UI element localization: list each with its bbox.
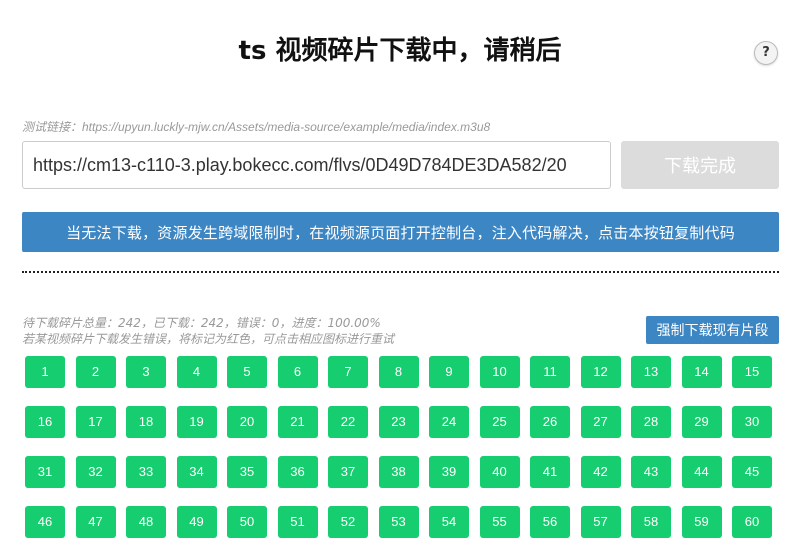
download-complete-button[interactable]: 下载完成 [621,141,779,189]
segment-item[interactable]: 24 [429,406,469,438]
segment-item[interactable]: 28 [631,406,671,438]
url-input[interactable] [22,141,611,189]
force-download-button[interactable]: 强制下载现有片段 [646,316,779,344]
segment-item[interactable]: 27 [580,406,621,438]
segment-item[interactable]: 23 [378,406,419,438]
segment-item[interactable]: 46 [25,506,65,538]
stats-line: 待下载碎片总量：242，已下载：242，错误：0，进度：100.00% [22,316,381,330]
segment-item[interactable]: 42 [580,456,621,488]
segment-item[interactable]: 34 [176,456,217,488]
segment-item[interactable]: 21 [277,406,318,438]
copy-code-button[interactable]: 当无法下载，资源发生跨域限制时，在视频源页面打开控制台，注入代码解决，点击本按钮… [22,212,779,252]
segment-item[interactable]: 20 [227,406,267,438]
segment-item[interactable]: 55 [479,506,520,538]
segment-item[interactable]: 53 [378,506,419,538]
segment-item[interactable]: 45 [732,456,772,488]
divider [22,271,779,273]
segment-item[interactable]: 15 [732,356,772,388]
segment-item[interactable]: 51 [277,506,318,538]
segment-item[interactable]: 29 [681,406,722,438]
segment-item[interactable]: 4 [176,356,217,388]
error-hint: 若某视频碎片下载发生错误，将标记为红色，可点击相应图标进行重试 [22,332,395,346]
segment-item[interactable]: 5 [227,356,267,388]
segment-item[interactable]: 17 [75,406,116,438]
page-title: ts 视频碎片下载中，请稍后 [238,36,562,66]
segment-item[interactable]: 41 [530,456,570,488]
segment-item[interactable]: 18 [126,406,166,438]
segment-item[interactable]: 19 [176,406,217,438]
segment-item[interactable]: 49 [176,506,217,538]
segment-item[interactable]: 10 [479,356,520,388]
segment-item[interactable]: 26 [530,406,570,438]
segment-item[interactable]: 58 [631,506,671,538]
segment-item[interactable]: 32 [75,456,116,488]
segment-item[interactable]: 57 [580,506,621,538]
segment-item[interactable]: 44 [681,456,722,488]
segment-item[interactable]: 3 [126,356,166,388]
page: ts 视频碎片下载中，请稍后 ? 测试链接：https://upyun.luck… [0,0,800,546]
segment-item[interactable]: 8 [378,356,419,388]
segment-item[interactable]: 37 [328,456,368,488]
segment-item[interactable]: 54 [429,506,469,538]
segment-item[interactable]: 30 [732,406,772,438]
segment-item[interactable]: 1 [25,356,65,388]
segment-item[interactable]: 14 [681,356,722,388]
segment-item[interactable]: 48 [126,506,166,538]
segment-item[interactable]: 59 [681,506,722,538]
segment-item[interactable]: 60 [732,506,772,538]
segment-grid: 1 2 3 4 5 6 7 8 9 10 11 12 13 14 15 16 17 18 19 20 21 22 23 24 2… [25,356,772,538]
segment-item[interactable]: 11 [530,356,570,388]
segment-item[interactable]: 52 [328,506,368,538]
segment-item[interactable]: 39 [429,456,469,488]
segment-item[interactable]: 12 [580,356,621,388]
segment-item[interactable]: 22 [328,406,368,438]
segment-item[interactable]: 6 [277,356,318,388]
segment-item[interactable]: 35 [227,456,267,488]
segment-item[interactable]: 43 [631,456,671,488]
segment-item[interactable]: 16 [25,406,65,438]
segment-item[interactable]: 38 [378,456,419,488]
test-link-hint: 测试链接：https://upyun.luckly-mjw.cn/Assets/… [22,120,491,134]
segment-item[interactable]: 25 [479,406,520,438]
segment-item[interactable]: 33 [126,456,166,488]
segment-item[interactable]: 40 [479,456,520,488]
segment-item[interactable]: 31 [25,456,65,488]
segment-item[interactable]: 56 [530,506,570,538]
download-status: 待下载碎片总量：242，已下载：242，错误：0，进度：100.00% 若某视频… [22,315,394,347]
segment-item[interactable]: 2 [75,356,116,388]
segment-item[interactable]: 47 [75,506,116,538]
help-icon[interactable]: ? [754,41,778,65]
segment-item[interactable]: 7 [328,356,368,388]
segment-item[interactable]: 50 [227,506,267,538]
segment-item[interactable]: 13 [631,356,671,388]
segment-item[interactable]: 9 [429,356,469,388]
segment-item[interactable]: 36 [277,456,318,488]
